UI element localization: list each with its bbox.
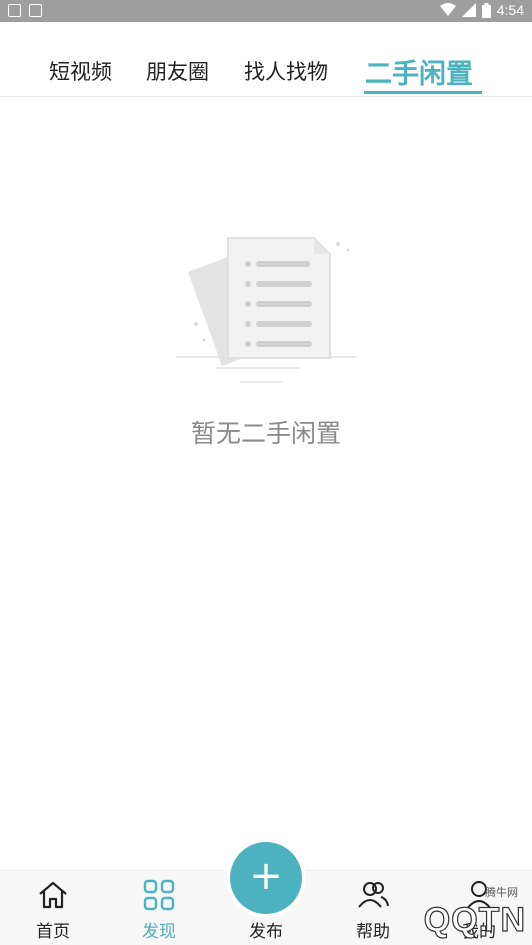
tab-moments[interactable]: 朋友圈 — [146, 56, 209, 86]
empty-state-message: 暂无二手闲置 — [190, 419, 341, 448]
site-watermark: 腾牛网 QQTN — [316, 880, 526, 940]
nav-home[interactable]: 首页 — [13, 871, 93, 945]
tab-second-hand[interactable]: 二手闲置 — [365, 52, 473, 91]
battery-icon — [481, 2, 491, 18]
nav-home-label: 首页 — [36, 922, 70, 942]
publish-plus-button[interactable]: + — [230, 842, 302, 914]
home-icon — [39, 881, 67, 909]
tab-short-video[interactable]: 短视频 — [49, 56, 112, 86]
status-bar: 4:54 — [0, 0, 532, 22]
status-right: 4:54 — [439, 2, 524, 18]
notification-icons — [8, 4, 42, 17]
status-time: 4:54 — [496, 2, 524, 18]
nav-discover[interactable]: 发现 — [119, 871, 199, 945]
grid-icon — [143, 879, 175, 911]
app-notification-icon — [8, 4, 21, 17]
nav-discover-label: 发现 — [142, 922, 176, 942]
empty-document-icon — [176, 237, 356, 383]
wifi-icon — [439, 3, 456, 16]
download-notification-icon — [29, 4, 42, 17]
active-tab-indicator — [364, 91, 482, 94]
nav-publish-label: 发布 — [249, 922, 283, 942]
tab-find-people-items[interactable]: 找人找物 — [244, 56, 328, 86]
watermark-logo: QQTN — [423, 900, 526, 939]
watermark-site-name: 腾牛网 — [485, 886, 518, 899]
plus-icon: + — [249, 853, 283, 899]
signal-icon — [461, 3, 476, 17]
